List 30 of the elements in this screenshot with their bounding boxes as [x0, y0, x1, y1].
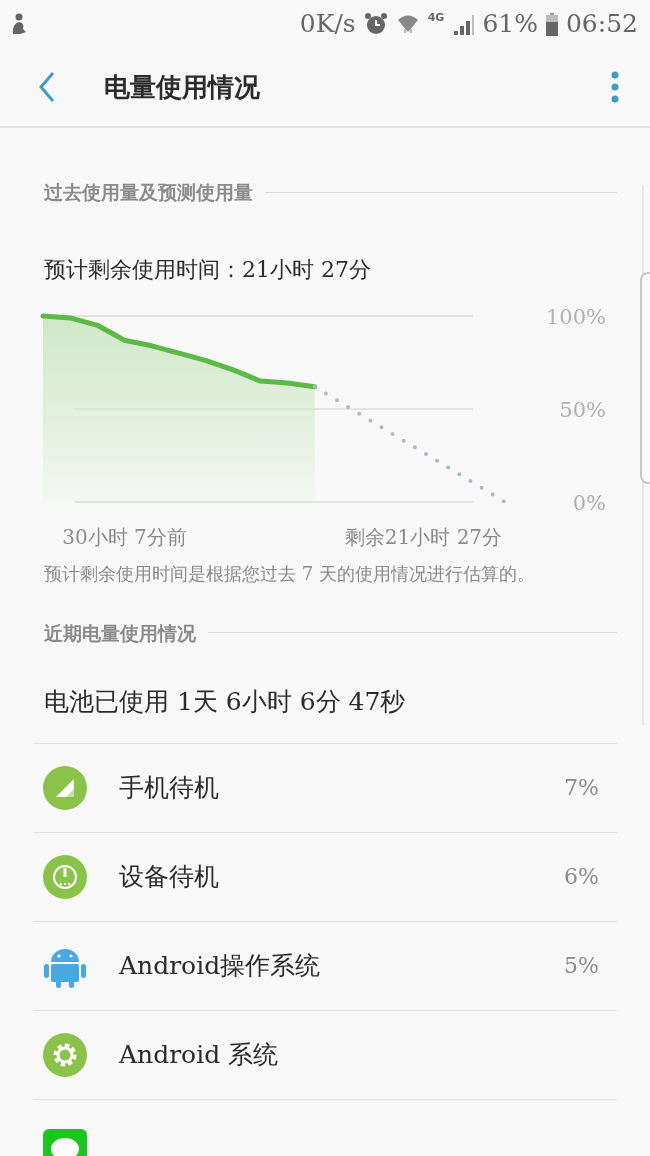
alarm-icon: [363, 12, 388, 36]
battery-used-text: 电池已使用 1天 6小时 6分 47秒: [43, 686, 407, 718]
clock-text: 06:52: [565, 8, 638, 41]
battery-text: 61%: [482, 8, 538, 41]
gear-icon: [43, 1032, 87, 1077]
usage-percent: 7%: [564, 774, 599, 802]
app-name: 手机待机: [119, 771, 220, 804]
power-icon: [43, 854, 87, 899]
usage-percent: 6%: [564, 863, 599, 891]
axis-label: 30小时 7分前: [62, 524, 187, 549]
section-header: 过去使用量及预测使用量: [44, 180, 253, 205]
remaining-time-text: 预计剩余使用时间：21小时 27分: [43, 255, 372, 284]
speed-text: 0K/s: [299, 8, 356, 41]
more-icon[interactable]: [610, 70, 620, 104]
notification-icon: [10, 12, 28, 36]
screen-title: 电量使用情况: [104, 70, 261, 104]
app-name: 设备待机: [119, 860, 220, 893]
section-header: 近期电量使用情况: [44, 620, 196, 646]
app-name: Android 系统: [119, 1038, 280, 1071]
axis-label: 0%: [572, 490, 606, 515]
signal-icon: [43, 765, 87, 810]
signal-icon: [452, 13, 475, 35]
axis-label: 剩余21小时 27分: [344, 524, 503, 549]
app-name: Android操作系统: [119, 949, 322, 982]
usage-percent: 5%: [564, 952, 599, 980]
footnote-text: 预计剩余使用时间是根据您过去 7 天的使用情况进行估算的。: [43, 561, 536, 586]
battery-icon: [545, 12, 558, 36]
axis-label: 100%: [545, 305, 606, 329]
network-text: 4G: [427, 10, 445, 26]
axis-label: 50%: [559, 397, 606, 422]
